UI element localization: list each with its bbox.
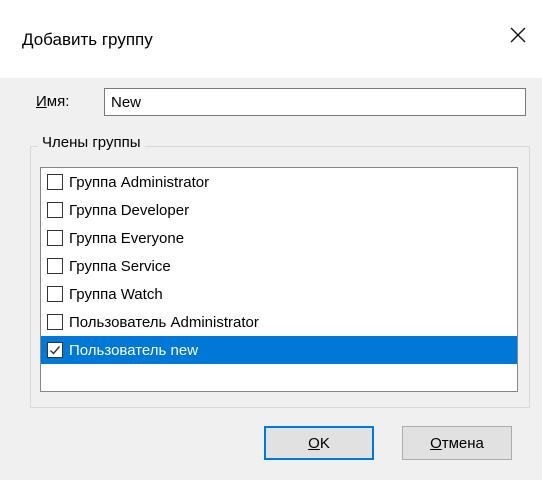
list-item-label: Группа Administrator [69,173,210,191]
ok-button[interactable]: OK [264,426,374,460]
name-label-accesskey: И [36,93,47,110]
group-members-legend: Члены группы [38,134,145,151]
list-item-label: Пользователь Administrator [69,313,259,331]
list-item[interactable]: Пользователь new [41,336,517,364]
member-checkbox[interactable] [47,258,63,274]
list-item[interactable]: Группа Service [41,252,517,280]
list-item-label: Группа Watch [69,285,163,303]
list-item[interactable]: Пользователь Administrator [41,308,517,336]
list-item[interactable]: Группа Developer [41,196,517,224]
ok-label: K [319,434,330,452]
member-checkbox[interactable] [47,174,63,190]
name-input[interactable] [104,88,526,116]
list-item[interactable]: Группа Watch [41,280,517,308]
list-item-label: Группа Everyone [69,229,185,247]
ok-accesskey: O [308,434,320,452]
checkmark-icon [50,346,61,355]
list-item-label: Группа Service [69,257,171,275]
name-label: Имя: [36,93,69,110]
list-item[interactable]: Группа Everyone [41,224,517,252]
member-checkbox[interactable] [47,230,63,246]
member-checkbox[interactable] [47,342,63,358]
title-bar[interactable]: Добавить группу [0,0,542,78]
list-item-label: Группа Developer [69,201,190,219]
add-group-dialog: Добавить группу Имя: Члены группы Группа… [0,0,542,480]
members-list[interactable]: Группа Administrator Группа Developer Груп… [40,167,518,392]
cancel-label: тмена [441,434,484,452]
dialog-title: Добавить группу [22,30,153,49]
member-checkbox[interactable] [47,286,63,302]
cancel-button[interactable]: Отмена [402,426,512,460]
member-checkbox[interactable] [47,202,63,218]
cancel-accesskey: О [430,434,442,452]
close-icon [509,23,527,51]
member-checkbox[interactable] [47,314,63,330]
close-button[interactable] [498,20,538,54]
list-item[interactable]: Группа Administrator [41,168,517,196]
list-item-label: Пользователь new [69,341,199,359]
name-label-text: мя: [46,93,70,110]
